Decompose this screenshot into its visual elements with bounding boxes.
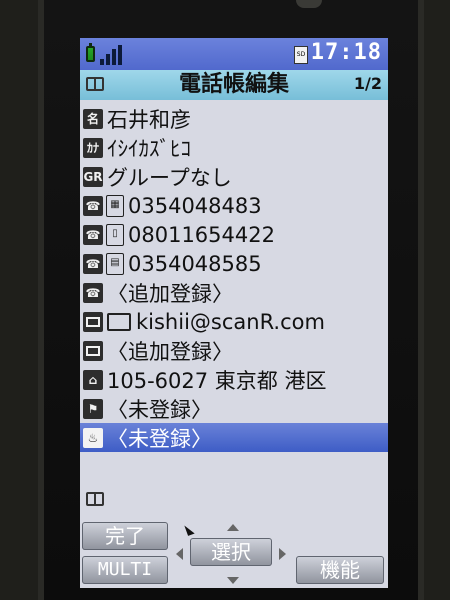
- envelope-icon: [107, 312, 131, 331]
- cake-icon: ♨: [83, 427, 103, 448]
- house-icon: ⌂: [83, 369, 103, 390]
- entry-email[interactable]: kishii@scanR.com: [80, 307, 388, 336]
- arrow-left-icon: [176, 548, 183, 560]
- arrow-right-icon: [279, 548, 286, 560]
- entry-group[interactable]: GR グループなし: [80, 162, 388, 191]
- phone-icon: ☎: [83, 282, 103, 303]
- battery-icon: [86, 43, 95, 62]
- softkey-area: 完了 MULTI 選択 機能: [80, 484, 388, 588]
- home-phone-icon: ▦: [106, 194, 124, 217]
- entry-text: kishii@scanR.com: [136, 309, 325, 334]
- entry-text: 〈未登録〉: [107, 397, 212, 422]
- clock: 17:18: [310, 40, 382, 65]
- signal-icon: [100, 45, 126, 65]
- entry-address[interactable]: ⌂ 105-6027 東京都 港区: [80, 365, 388, 394]
- entry-flag[interactable]: ⚑ 〈未登録〉: [80, 394, 388, 423]
- entry-phone-fax[interactable]: ☎ ▤ 0354048585: [80, 249, 388, 278]
- entry-text: 08011654422: [128, 222, 275, 247]
- entry-text: 〈追加登録〉: [107, 281, 233, 306]
- entry-birthday-selected[interactable]: ♨ 〈未登録〉: [80, 423, 388, 452]
- kana-icon: ｶﾅ: [83, 137, 103, 158]
- complete-button[interactable]: 完了: [82, 522, 168, 550]
- speaker-notch: [296, 0, 322, 8]
- phone-icon: ☎: [83, 224, 103, 245]
- status-bar: SD 17:18: [80, 38, 388, 70]
- fax-icon: ▤: [106, 252, 124, 275]
- name-icon: 名: [83, 108, 103, 129]
- entry-text: 105-6027 東京都 港区: [107, 368, 327, 393]
- entry-text: 〈追加登録〉: [107, 339, 233, 364]
- entry-text: ｲｼｲｶｽﾞﾋｺ: [107, 136, 191, 161]
- page-indicator: 1/2: [353, 74, 382, 93]
- sd-card-icon: SD: [294, 46, 308, 64]
- entry-phone-home[interactable]: ☎ ▦ 0354048483: [80, 191, 388, 220]
- entry-reading[interactable]: ｶﾅ ｲｼｲｶｽﾞﾋｺ: [80, 133, 388, 162]
- flag-icon: ⚑: [83, 398, 103, 419]
- entry-list: 名 石井和彦 ｶﾅ ｲｼｲｶｽﾞﾋｺ GR グループなし ☎ ▦ 0354048…: [80, 104, 388, 484]
- entry-phone-add[interactable]: ☎ 〈追加登録〉: [80, 278, 388, 307]
- entry-text: 石井和彦: [107, 107, 191, 132]
- select-button[interactable]: 選択: [190, 538, 272, 566]
- entry-text: 0354048585: [128, 251, 262, 276]
- arrow-down-icon: [227, 577, 239, 584]
- entry-text: 0354048483: [128, 193, 262, 218]
- mail-icon: [83, 311, 103, 332]
- entry-email-add[interactable]: 〈追加登録〉: [80, 336, 388, 365]
- multi-button[interactable]: MULTI: [82, 556, 168, 584]
- mail-icon: [83, 340, 103, 361]
- phone-icon: ☎: [83, 253, 103, 274]
- phone-icon: ☎: [83, 195, 103, 216]
- entry-text: グループなし: [107, 165, 232, 190]
- entry-text: 〈未登録〉: [107, 426, 212, 451]
- title-bar: 電話帳編集 1/2: [80, 70, 388, 100]
- screen-title: 電話帳編集: [178, 72, 289, 97]
- entry-name[interactable]: 名 石井和彦: [80, 104, 388, 133]
- phonebook-icon: [86, 492, 104, 506]
- mobile-phone-icon: ▯: [106, 223, 124, 246]
- phone-screen: SD 17:18 電話帳編集 1/2 名 石井和彦 ｶﾅ ｲｼｲｶｽﾞﾋｺ GR…: [80, 38, 388, 588]
- group-icon: GR: [83, 166, 103, 187]
- entry-phone-mobile[interactable]: ☎ ▯ 08011654422: [80, 220, 388, 249]
- arrow-up-icon: [227, 524, 239, 531]
- function-button[interactable]: 機能: [296, 556, 384, 584]
